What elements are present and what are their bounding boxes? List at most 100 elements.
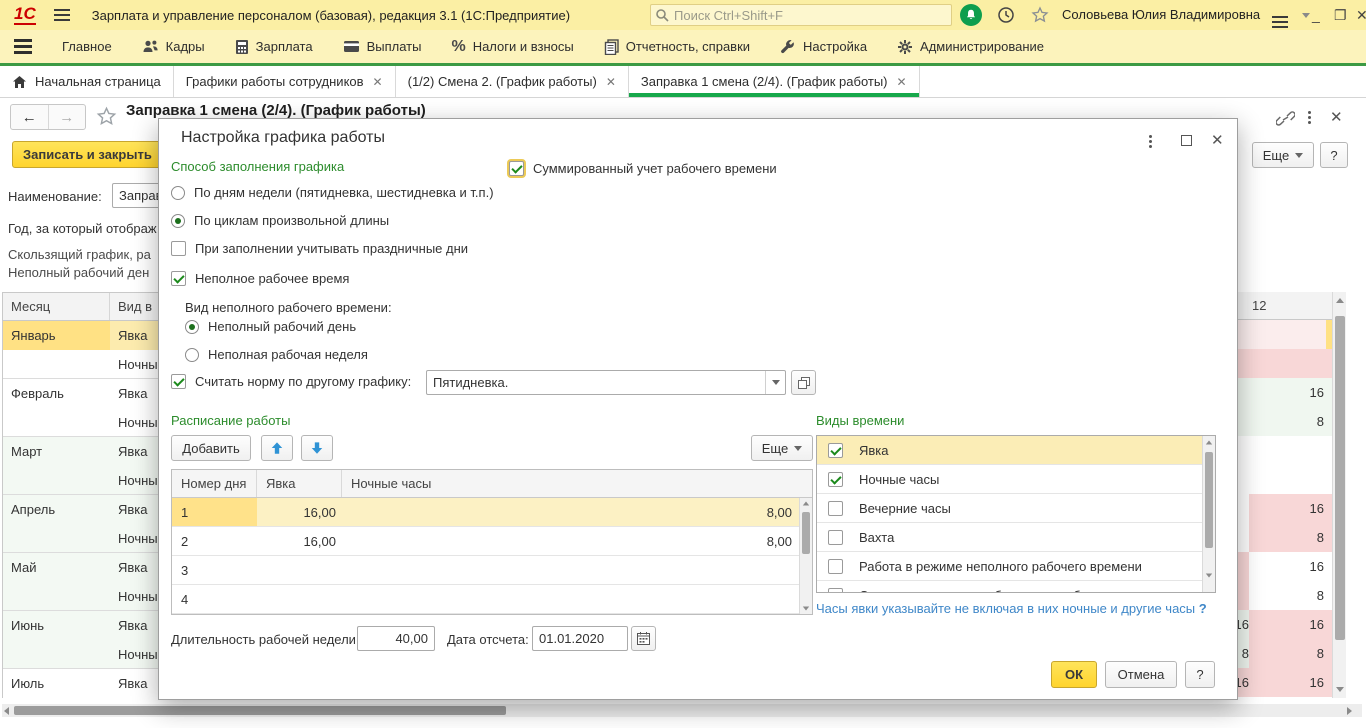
- checkbox-icon[interactable]: [828, 588, 843, 594]
- checkbox-part-time[interactable]: Неполное рабочее время: [171, 271, 349, 286]
- hint-help-link[interactable]: ?: [1199, 601, 1207, 616]
- more-button[interactable]: Еще: [1252, 142, 1314, 168]
- move-down-button[interactable]: [301, 435, 333, 461]
- table-row[interactable]: Ночные: [3, 640, 172, 669]
- table-row[interactable]: Ночные: [3, 350, 172, 379]
- schedule-row[interactable]: 3: [172, 556, 812, 585]
- dialog-help-button[interactable]: ?: [1185, 661, 1215, 688]
- more-actions-icon[interactable]: [1308, 111, 1311, 124]
- checkbox-icon[interactable]: [828, 443, 843, 458]
- day-cell-row[interactable]: [1238, 320, 1332, 349]
- day-12-column-header[interactable]: 12: [1238, 292, 1332, 320]
- radio-by-cycles[interactable]: По циклам произвольной длины: [171, 213, 389, 228]
- checkbox-icon[interactable]: [828, 559, 843, 574]
- menu-item-reports[interactable]: Отчетность, справки: [604, 39, 750, 55]
- table-row[interactable]: Ночные: [3, 582, 172, 611]
- back-button[interactable]: ←: [11, 105, 48, 129]
- favorite-star-icon[interactable]: [96, 106, 117, 127]
- calendar-button[interactable]: [631, 626, 656, 651]
- schedule-row[interactable]: 1 16,00 8,00: [172, 498, 812, 527]
- favorites-star-icon[interactable]: [1028, 3, 1052, 27]
- menu-item-payments[interactable]: Выплаты: [343, 39, 422, 54]
- global-search-input[interactable]: Поиск Ctrl+Shift+F: [650, 4, 952, 26]
- current-user-name[interactable]: Соловьева Юлия Владимировна: [1062, 7, 1260, 22]
- menu-item-main[interactable]: Главное: [62, 39, 112, 54]
- checkbox-summary-timekeeping[interactable]: Суммированный учет рабочего времени: [509, 161, 777, 176]
- time-type-row[interactable]: Ночные часы: [817, 465, 1215, 494]
- checkbox-icon[interactable]: [171, 374, 186, 389]
- table-row[interactable]: Ночные: [3, 524, 172, 553]
- menu-item-settings[interactable]: Настройка: [780, 39, 867, 55]
- time-type-row[interactable]: Работа в режиме неполного рабочего време…: [817, 552, 1215, 581]
- horizontal-scrollbar[interactable]: [2, 704, 1362, 717]
- cancel-button[interactable]: Отмена: [1105, 661, 1177, 688]
- hamburger-menu-icon[interactable]: [14, 39, 32, 54]
- tab-home[interactable]: Начальная страница: [0, 66, 174, 97]
- table-row[interactable]: Ночные: [3, 466, 172, 495]
- norm-schedule-combobox[interactable]: Пятидневка.: [426, 370, 786, 395]
- radio-icon[interactable]: [185, 320, 199, 334]
- start-date-field[interactable]: 01.01.2020: [532, 626, 628, 651]
- close-tab-icon[interactable]: ✕: [897, 75, 907, 89]
- restore-button[interactable]: ❐: [1334, 8, 1347, 22]
- day-cell-row[interactable]: 16: [1238, 494, 1332, 523]
- close-form-icon[interactable]: ✕: [1330, 108, 1343, 126]
- schedule-row[interactable]: 2 16,00 8,00: [172, 527, 812, 556]
- radio-icon[interactable]: [171, 214, 185, 228]
- move-up-button[interactable]: [261, 435, 293, 461]
- checkbox-norm-other-schedule[interactable]: Считать норму по другому графику:: [171, 374, 411, 389]
- table-row[interactable]: МартЯвка: [3, 437, 172, 466]
- day-cell-row[interactable]: 1616: [1238, 668, 1332, 697]
- minimize-button[interactable]: _: [1312, 8, 1320, 22]
- radio-by-weekdays[interactable]: По дням недели (пятидневка, шестидневка …: [171, 185, 494, 200]
- checkbox-icon[interactable]: [171, 241, 186, 256]
- table-row[interactable]: МайЯвка: [3, 553, 172, 582]
- day-cell-row[interactable]: 88: [1238, 639, 1332, 668]
- form-help-button[interactable]: ?: [1320, 142, 1348, 168]
- tab-zapravka-shift1[interactable]: Заправка 1 смена (2/4). (График работы)✕: [629, 66, 920, 97]
- radio-part-day[interactable]: Неполный рабочий день: [185, 319, 356, 334]
- day-cell-row[interactable]: 8: [1238, 581, 1332, 610]
- close-app-button[interactable]: ✕: [1356, 8, 1366, 22]
- dropdown-arrow-icon[interactable]: [765, 371, 785, 394]
- menu-item-taxes[interactable]: % Налоги и взносы: [451, 38, 573, 56]
- forward-button[interactable]: →: [49, 105, 86, 129]
- radio-icon[interactable]: [171, 186, 185, 200]
- day-cell-row[interactable]: 16: [1238, 552, 1332, 581]
- table-row[interactable]: Ночные: [3, 408, 172, 437]
- checkbox-icon[interactable]: [828, 530, 843, 545]
- day-cell-row[interactable]: [1238, 436, 1332, 465]
- table-row[interactable]: АпрельЯвка: [3, 495, 172, 524]
- close-tab-icon[interactable]: ✕: [606, 75, 616, 89]
- service-menu-icon[interactable]: [1272, 6, 1310, 28]
- schedule-row[interactable]: 4: [172, 585, 812, 614]
- add-row-button[interactable]: Добавить: [171, 435, 251, 461]
- day-cell-row[interactable]: [1238, 465, 1332, 494]
- notifications-bell-icon[interactable]: [960, 4, 982, 26]
- checkbox-icon[interactable]: [828, 501, 843, 516]
- table-row[interactable]: ИюльЯвка: [3, 669, 172, 698]
- time-type-row[interactable]: Вахта: [817, 523, 1215, 552]
- ok-button[interactable]: ОК: [1051, 661, 1097, 688]
- history-icon[interactable]: [994, 3, 1018, 27]
- dialog-more-icon[interactable]: [1149, 135, 1152, 148]
- day-cell-row[interactable]: 8: [1238, 523, 1332, 552]
- dialog-maximize-icon[interactable]: [1181, 135, 1192, 146]
- menu-item-administration[interactable]: Администрирование: [897, 39, 1044, 55]
- open-schedule-button[interactable]: [791, 370, 816, 395]
- week-length-field[interactable]: 40,00: [357, 626, 435, 651]
- tab-shift2[interactable]: (1/2) Смена 2. (График работы)✕: [396, 66, 629, 97]
- schedule-more-button[interactable]: Еще: [751, 435, 813, 461]
- vertical-scrollbar[interactable]: [1332, 292, 1346, 698]
- time-type-row[interactable]: Вечерние часы: [817, 494, 1215, 523]
- day-cell-row[interactable]: 8: [1238, 407, 1332, 436]
- link-icon[interactable]: [1276, 110, 1295, 127]
- vertical-scrollbar-thumb[interactable]: [1335, 316, 1345, 640]
- table-row[interactable]: ФевральЯвка: [3, 379, 172, 408]
- day-cell-row[interactable]: [1238, 349, 1332, 378]
- time-types-scrollbar[interactable]: [1202, 436, 1215, 592]
- schedule-table-scrollbar[interactable]: [799, 498, 812, 614]
- close-tab-icon[interactable]: ✕: [373, 75, 383, 89]
- table-row[interactable]: ЯнварьЯвка: [3, 321, 172, 350]
- menu-item-staff[interactable]: Кадры: [142, 39, 205, 54]
